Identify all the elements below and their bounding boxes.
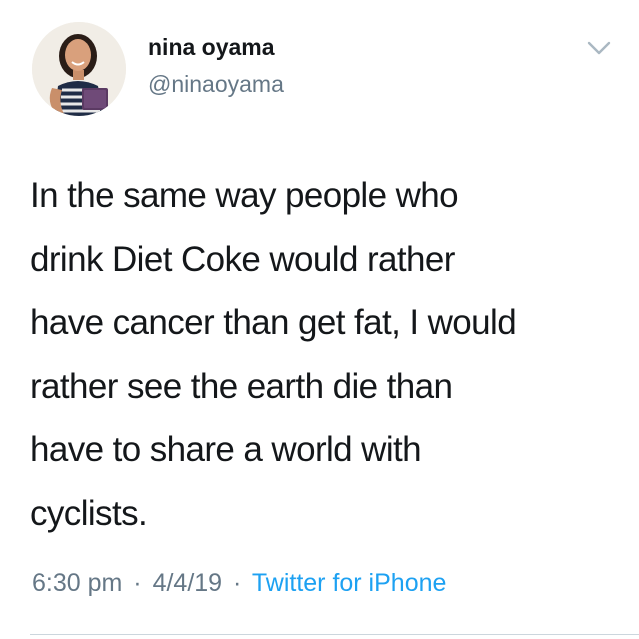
tweet-card: nina oyama @ninaoyama In the same way pe… [0,0,639,639]
avatar[interactable] [32,22,126,116]
tweet-text-line: rather see the earth die than [30,366,453,406]
chevron-down-icon[interactable] [584,37,614,59]
tweet-source-link[interactable]: Twitter for iPhone [252,569,447,597]
meta-separator: · [233,569,242,597]
display-name[interactable]: nina oyama [148,34,275,61]
tweet-text-line: In the same way people who [30,176,459,215]
divider [30,634,639,635]
tweet-metadata: 6:30 pm · 4/4/19 · Twitter for iPhone [32,569,446,598]
tweet-text-line: drink Diet Coke would rather [30,239,455,279]
tweet-text: In the same way people who drink Diet Co… [30,164,620,545]
user-handle[interactable]: @ninaoyama [148,71,284,98]
tweet-date[interactable]: 4/4/19 [153,569,223,597]
tweet-time[interactable]: 6:30 pm [32,569,122,597]
profile-photo-icon [32,22,126,116]
meta-separator: · [133,569,142,597]
tweet-text-line: cyclists. [30,493,148,533]
tweet-text-line: have cancer than get fat, I would [30,303,517,342]
tweet-text-line: have to share a world with [30,430,422,469]
